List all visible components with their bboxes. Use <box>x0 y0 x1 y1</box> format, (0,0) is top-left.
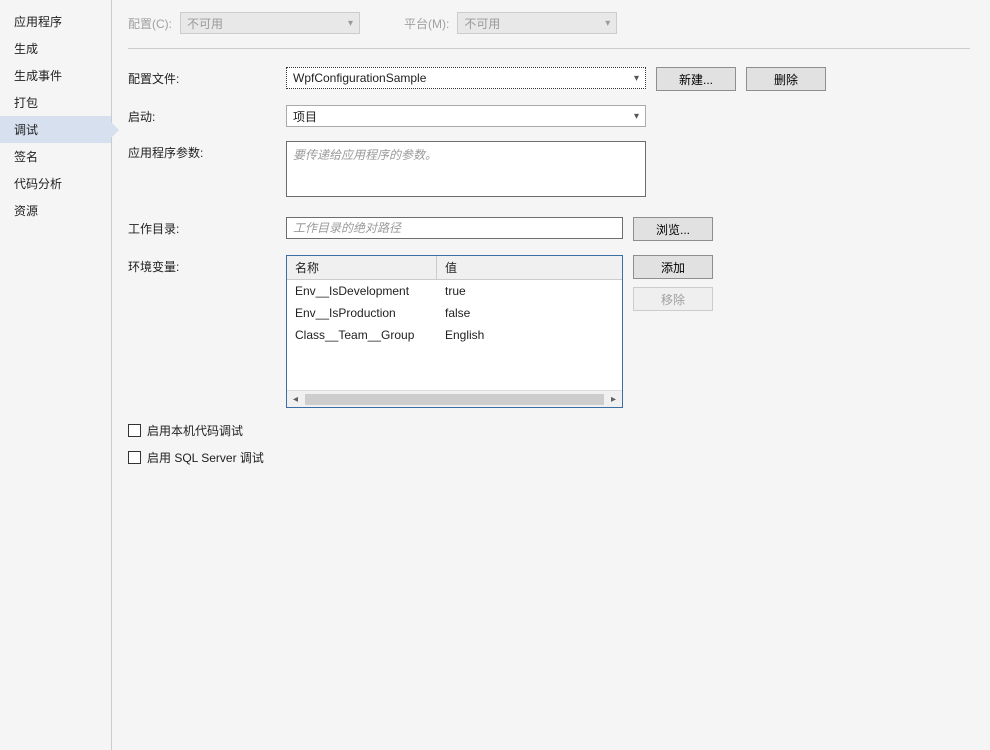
sidebar-item-label: 代码分析 <box>14 177 62 191</box>
sidebar-item-label: 生成事件 <box>14 69 62 83</box>
sidebar-item-label: 生成 <box>14 42 38 56</box>
chevron-down-icon: ▾ <box>605 18 610 29</box>
launch-label: 启动: <box>128 105 286 125</box>
table-row[interactable]: Class__Team__Group English <box>287 324 622 346</box>
platform-dropdown: 不可用 ▾ <box>457 12 617 34</box>
sidebar-item-application[interactable]: 应用程序 <box>0 8 111 35</box>
sidebar-item-resources[interactable]: 资源 <box>0 197 111 224</box>
browse-button[interactable]: 浏览... <box>633 217 713 241</box>
env-name-cell: Env__IsProduction <box>287 302 437 324</box>
env-name-cell: Class__Team__Group <box>287 324 437 346</box>
workdir-input[interactable] <box>286 217 623 239</box>
chevron-down-icon: ▾ <box>348 18 353 29</box>
sidebar-item-debug[interactable]: 调试 <box>0 116 111 143</box>
sql-debug-checkbox[interactable] <box>128 451 141 464</box>
sidebar-item-build[interactable]: 生成 <box>0 35 111 62</box>
env-scrollbar[interactable]: ◂ ▸ <box>287 390 622 407</box>
platform-label: 平台(M): <box>404 15 449 32</box>
config-label: 配置(C): <box>128 15 172 32</box>
sql-debug-label: 启用 SQL Server 调试 <box>147 449 264 466</box>
launch-dropdown[interactable]: 项目 ▾ <box>286 105 646 127</box>
new-profile-button[interactable]: 新建... <box>656 67 736 91</box>
args-input[interactable] <box>286 141 646 197</box>
delete-profile-button[interactable]: 删除 <box>746 67 826 91</box>
sidebar-item-label: 资源 <box>14 204 38 218</box>
add-env-button[interactable]: 添加 <box>633 255 713 279</box>
env-table[interactable]: 名称 值 Env__IsDevelopment true Env__IsProd… <box>286 255 623 408</box>
sidebar-item-package[interactable]: 打包 <box>0 89 111 116</box>
config-platform-bar: 配置(C): 不可用 ▾ 平台(M): 不可用 ▾ <box>128 12 970 49</box>
env-head-value: 值 <box>437 256 622 279</box>
env-value-cell: false <box>437 302 622 324</box>
profile-dropdown[interactable]: WpfConfigurationSample ▾ <box>286 67 646 89</box>
env-name-cell: Env__IsDevelopment <box>287 280 437 302</box>
table-row[interactable]: Env__IsProduction false <box>287 302 622 324</box>
sidebar-item-signing[interactable]: 签名 <box>0 143 111 170</box>
profile-value: WpfConfigurationSample <box>293 71 426 85</box>
config-value: 不可用 <box>187 15 223 32</box>
sidebar-item-label: 签名 <box>14 150 38 164</box>
chevron-down-icon: ▾ <box>634 73 639 84</box>
args-label: 应用程序参数: <box>128 141 286 161</box>
env-head-name: 名称 <box>287 256 437 279</box>
native-debug-label: 启用本机代码调试 <box>147 422 243 439</box>
env-label: 环境变量: <box>128 255 286 275</box>
sidebar-item-code-analysis[interactable]: 代码分析 <box>0 170 111 197</box>
env-table-body: Env__IsDevelopment true Env__IsProductio… <box>287 280 622 390</box>
scroll-thumb[interactable] <box>305 394 604 405</box>
env-value-cell: true <box>437 280 622 302</box>
platform-value: 不可用 <box>464 15 500 32</box>
profile-label: 配置文件: <box>128 67 286 87</box>
main-panel: 配置(C): 不可用 ▾ 平台(M): 不可用 ▾ 配置文件: WpfConfi… <box>112 0 990 750</box>
env-value-cell: English <box>437 324 622 346</box>
remove-env-button: 移除 <box>633 287 713 311</box>
config-dropdown: 不可用 ▾ <box>180 12 360 34</box>
sidebar: 应用程序 生成 生成事件 打包 调试 签名 代码分析 资源 <box>0 0 112 750</box>
sidebar-item-label: 调试 <box>14 123 38 137</box>
chevron-down-icon: ▾ <box>634 111 639 122</box>
env-table-header: 名称 值 <box>287 256 622 280</box>
sidebar-item-label: 应用程序 <box>14 15 62 29</box>
sidebar-item-label: 打包 <box>14 96 38 110</box>
table-row[interactable]: Env__IsDevelopment true <box>287 280 622 302</box>
scroll-right-icon[interactable]: ▸ <box>605 394 622 405</box>
workdir-label: 工作目录: <box>128 217 286 237</box>
launch-value: 项目 <box>293 108 317 125</box>
scroll-left-icon[interactable]: ◂ <box>287 394 304 405</box>
sidebar-item-build-events[interactable]: 生成事件 <box>0 62 111 89</box>
native-debug-checkbox[interactable] <box>128 424 141 437</box>
